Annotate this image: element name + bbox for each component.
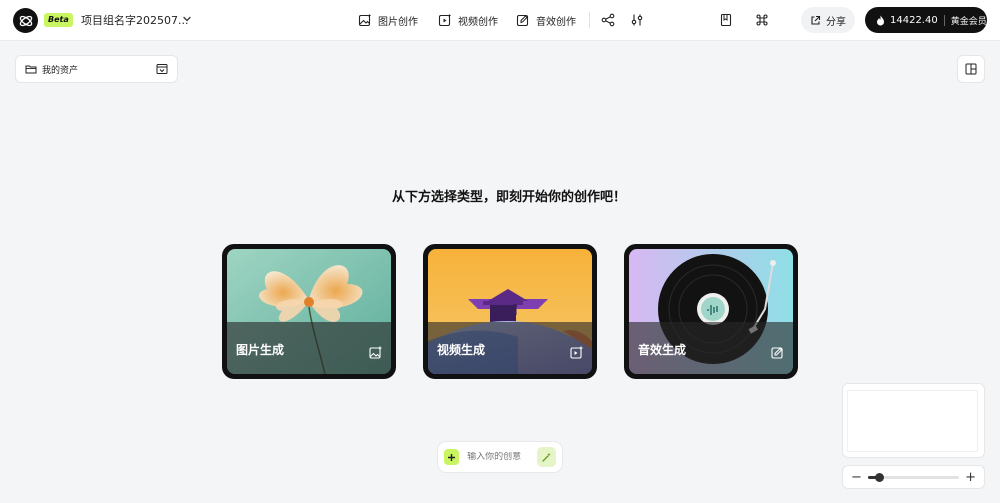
book-icon	[720, 13, 732, 27]
video-play-icon	[570, 346, 583, 359]
card-video-generate-label: 视频生成	[437, 343, 486, 357]
nav-divider	[589, 12, 590, 28]
page-headline: 从下方选择类型，即刻开始你的创作吧！	[391, 190, 626, 205]
audio-edit-icon	[516, 14, 529, 27]
folder-icon	[25, 65, 37, 74]
credits-value: 14422.40	[890, 14, 938, 26]
sliders-icon	[631, 14, 643, 26]
command-icon	[756, 14, 768, 26]
add-attachment-button[interactable]	[444, 449, 460, 465]
docs-button[interactable]	[717, 11, 735, 29]
minimap-viewport[interactable]	[847, 390, 978, 452]
nav-audio-create-label: 音效创作	[536, 16, 576, 28]
zoom-slider[interactable]	[867, 472, 960, 482]
nav-image-create[interactable]: 图片创作	[358, 11, 418, 29]
card-audio-generate-label: 音效生成	[638, 343, 687, 357]
zoom-slider-handle[interactable]	[874, 472, 884, 482]
card-video-generate[interactable]: 视频生成	[423, 244, 597, 379]
image-plus-icon	[369, 346, 382, 359]
share-nodes-icon	[601, 13, 615, 27]
pencil-square-icon	[771, 347, 783, 359]
nav-image-create-label: 图片创作	[378, 16, 418, 28]
external-link-icon	[811, 15, 821, 25]
workflow-button[interactable]	[599, 11, 617, 29]
zoom-in-button[interactable]: +	[965, 471, 976, 484]
share-label: 分享	[826, 16, 846, 28]
idea-input[interactable]	[467, 452, 538, 462]
magic-wand-icon	[542, 452, 551, 462]
video-sparkle-icon	[438, 13, 452, 27]
top-bar: Beta 项目组名字202507... 图片创作 视频创作 音效创作 分享 14…	[0, 0, 1000, 41]
card-image-generate[interactable]: 图片生成	[222, 244, 396, 379]
app-logo-icon[interactable]	[13, 8, 38, 33]
shortcuts-button[interactable]	[753, 11, 771, 29]
magic-wand-button[interactable]	[537, 447, 556, 467]
credits-divider	[943, 14, 945, 26]
image-generate-artwork: 图片生成	[227, 249, 391, 374]
settings-sliders-button[interactable]	[628, 11, 646, 29]
project-title[interactable]: 项目组名字202507...	[81, 12, 188, 28]
collapse-panel-icon[interactable]	[156, 63, 168, 75]
canvas-minimap[interactable]	[842, 383, 985, 458]
idea-prompt-bar	[437, 441, 563, 473]
my-assets-panel[interactable]: 我的资产	[15, 55, 178, 83]
flame-icon	[877, 15, 884, 25]
nav-video-create-label: 视频创作	[458, 16, 498, 28]
card-image-generate-label: 图片生成	[236, 343, 285, 357]
layout-toggle-button[interactable]	[957, 55, 985, 83]
nav-video-create[interactable]: 视频创作	[438, 11, 498, 29]
credits-button[interactable]: 14422.40 黄金会员	[865, 7, 987, 33]
video-generate-artwork: 视频生成	[428, 249, 592, 374]
image-sparkle-icon	[358, 13, 372, 27]
my-assets-label: 我的资产	[42, 65, 79, 76]
zoom-out-button[interactable]: −	[851, 471, 862, 484]
share-button[interactable]: 分享	[801, 7, 855, 33]
beta-badge: Beta	[44, 13, 73, 27]
chevron-down-icon[interactable]	[181, 13, 193, 25]
audio-generate-artwork: 音效生成	[629, 249, 793, 374]
panel-layout-icon	[965, 63, 977, 75]
plus-icon	[448, 453, 456, 461]
card-audio-generate[interactable]: 音效生成	[624, 244, 798, 379]
zoom-control: − +	[842, 465, 985, 489]
membership-tier: 黄金会员	[950, 16, 987, 27]
nav-audio-create[interactable]: 音效创作	[516, 11, 576, 29]
